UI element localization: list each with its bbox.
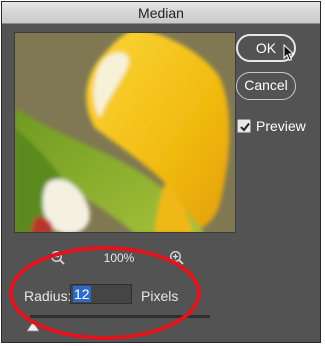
radius-unit-label: Pixels: [141, 288, 179, 304]
preview-toggle[interactable]: Preview: [237, 118, 306, 134]
cancel-button[interactable]: Cancel: [236, 72, 296, 100]
preview-checkbox[interactable]: [237, 119, 251, 133]
checkmark-icon: [240, 122, 250, 132]
zoom-in-icon[interactable]: [169, 250, 185, 271]
radius-input[interactable]: 12: [70, 284, 132, 304]
radius-slider[interactable]: [30, 315, 210, 318]
preview-label: Preview: [256, 118, 306, 134]
tulip-preview-graphic: [15, 33, 235, 232]
radius-label: Radius:: [24, 288, 72, 304]
zoom-level: 100%: [103, 251, 135, 265]
dialog-title: Median: [2, 2, 320, 24]
preview-image[interactable]: [14, 32, 236, 233]
radius-value: 12: [73, 286, 91, 302]
zoom-out-icon[interactable]: [50, 250, 66, 271]
median-dialog: Median OK Cancel Preview 100% Radius: 12…: [1, 1, 321, 343]
slider-thumb[interactable]: [26, 319, 40, 337]
mouse-pointer-icon: [283, 43, 295, 67]
